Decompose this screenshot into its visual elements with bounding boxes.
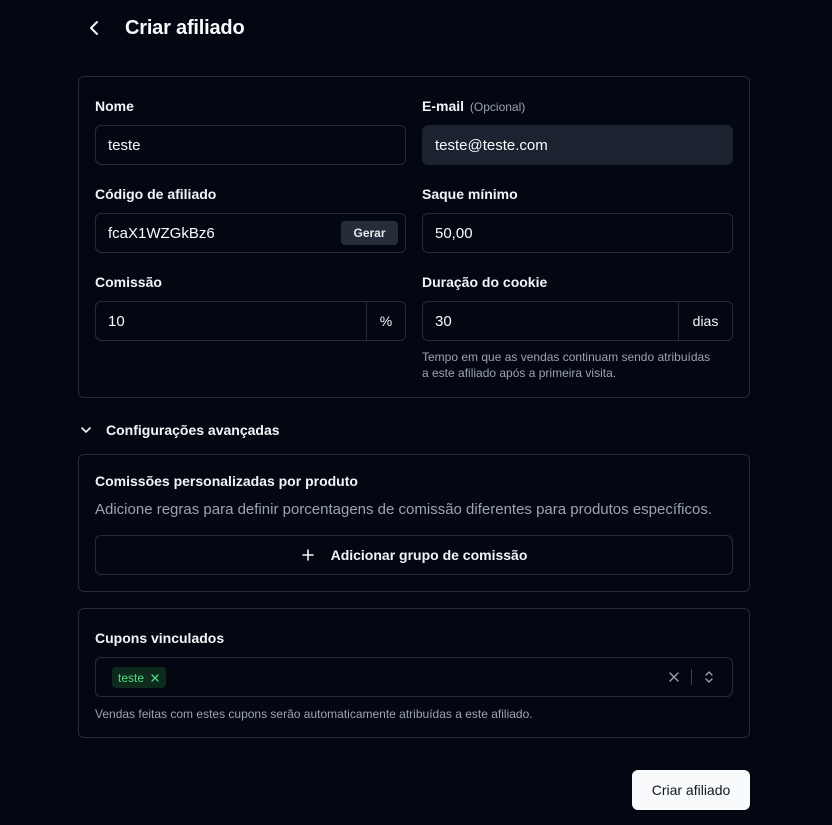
add-commission-group-button[interactable]: Adicionar grupo de comissão	[95, 535, 733, 575]
plus-icon	[301, 548, 315, 562]
commission-input[interactable]: 10 %	[95, 301, 406, 341]
cookie-help-line-2: a este afiliado após a primeira visita.	[422, 366, 617, 380]
clear-icon[interactable]	[666, 669, 682, 685]
email-label-text: E-mail	[422, 98, 465, 114]
create-affiliate-page: Criar afiliado Nome E-mail (Opcional) te…	[0, 0, 832, 825]
coupons-help: Vendas feitas com estes cupons serão aut…	[95, 707, 533, 721]
multiselect-divider	[691, 669, 692, 685]
min-withdrawal-label: Saque mínimo	[422, 186, 518, 202]
page-title: Criar afiliado	[125, 16, 245, 39]
product-commissions-title: Comissões personalizadas por produto	[95, 473, 358, 489]
page-header: Criar afiliado	[84, 14, 245, 42]
linked-coupons-title: Cupons vinculados	[95, 630, 225, 646]
commission-label: Comissão	[95, 274, 162, 290]
coupon-chip-label: teste	[118, 670, 145, 685]
generate-code-button[interactable]: Gerar	[341, 221, 398, 245]
chevron-down-icon	[78, 422, 94, 438]
product-commissions-description: Adicione regras para definir porcentagen…	[95, 501, 713, 518]
affiliate-details-card: Nome E-mail (Opcional) teste teste@teste…	[78, 76, 750, 398]
email-input[interactable]: teste@teste.com	[422, 125, 733, 165]
days-suffix: dias	[678, 302, 732, 340]
product-commissions-card: Comissões personalizadas por produto Adi…	[78, 454, 750, 592]
advanced-settings-toggle[interactable]: Configurações avançadas	[78, 420, 280, 440]
cookie-duration-label: Duração do cookie	[422, 274, 548, 290]
name-input-value: teste	[108, 136, 141, 154]
min-withdrawal-value: 50,00	[435, 224, 473, 242]
cookie-duration-value: 30	[435, 312, 452, 330]
coupons-multiselect[interactable]: teste	[95, 657, 733, 697]
create-affiliate-button[interactable]: Criar afiliado	[632, 770, 750, 810]
percent-suffix: %	[366, 302, 405, 340]
back-button[interactable]	[84, 14, 104, 42]
affiliate-code-label: Código de afiliado	[95, 186, 217, 202]
chevron-up-down-icon[interactable]	[701, 669, 717, 685]
commission-value: 10	[108, 312, 125, 330]
cookie-duration-help: Tempo em que as vendas continuam sendo a…	[422, 349, 710, 381]
name-label: Nome	[95, 98, 134, 114]
email-label: E-mail (Opcional)	[422, 98, 525, 114]
remove-coupon-icon[interactable]	[150, 673, 160, 683]
coupon-chip: teste	[112, 667, 167, 688]
chevron-left-icon	[90, 21, 98, 35]
name-input[interactable]: teste	[95, 125, 406, 165]
email-input-value: teste@teste.com	[435, 136, 548, 154]
cookie-help-line-1: Tempo em que as vendas continuam sendo a…	[422, 350, 711, 364]
affiliate-code-value: fcaX1WZGkBz6	[108, 224, 215, 242]
add-commission-group-label: Adicionar grupo de comissão	[330, 547, 528, 563]
cookie-duration-input[interactable]: 30 dias	[422, 301, 733, 341]
advanced-settings-label: Configurações avançadas	[106, 422, 280, 438]
linked-coupons-card: Cupons vinculados teste Vendas feitas co…	[78, 608, 750, 738]
affiliate-code-input[interactable]: fcaX1WZGkBz6 Gerar	[95, 213, 406, 253]
optional-hint: (Opcional)	[469, 100, 526, 114]
min-withdrawal-input[interactable]: 50,00	[422, 213, 733, 253]
